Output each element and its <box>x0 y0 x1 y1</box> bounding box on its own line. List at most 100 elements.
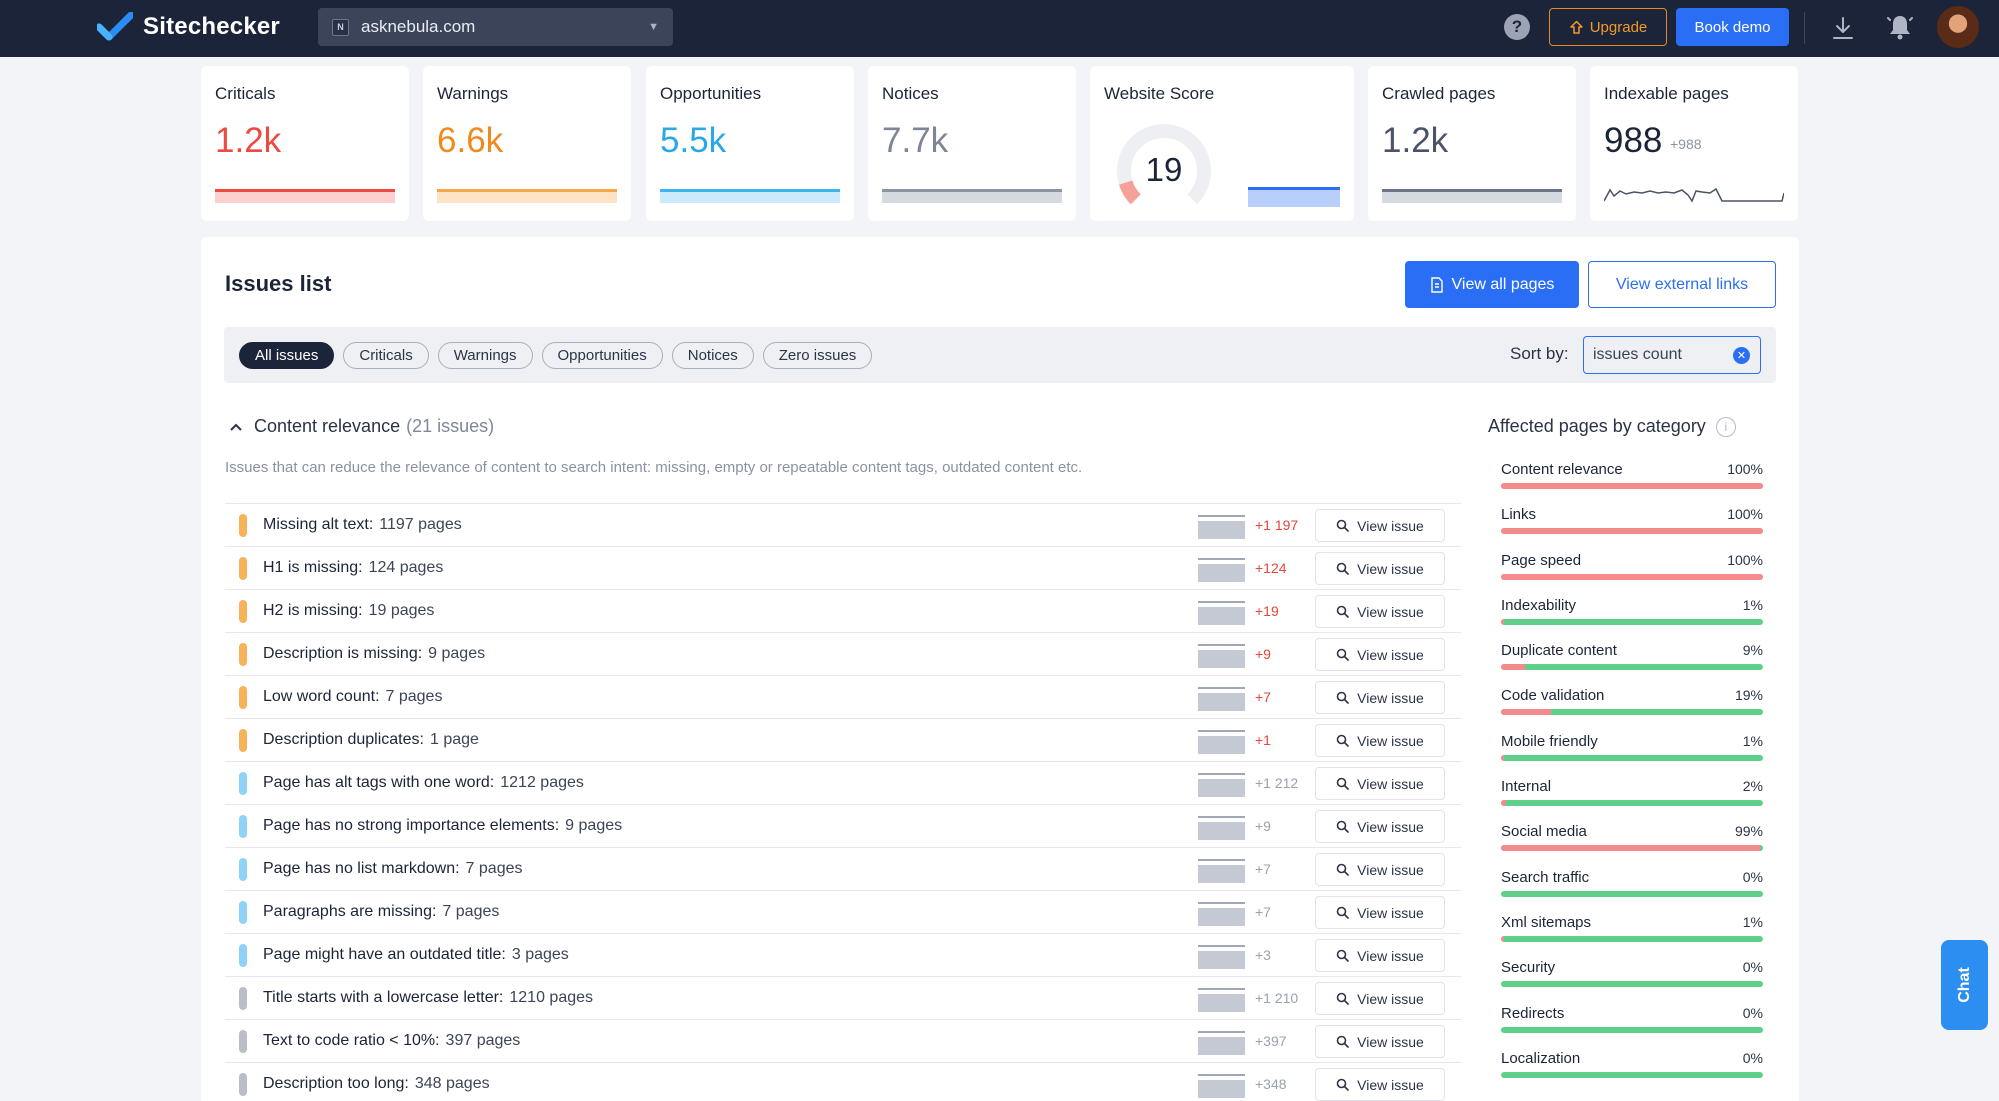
issue-name: Title starts with a lowercase letter: <box>263 989 504 1006</box>
stat-value: 6.6k <box>437 121 504 160</box>
filter-chip-notices[interactable]: Notices <box>671 342 754 369</box>
filter-chip-warnings[interactable]: Warnings <box>437 342 533 369</box>
stat-card-opportunities[interactable]: Opportunities 5.5k <box>646 66 854 221</box>
issue-label: Title starts with a lowercase letter: 121… <box>263 989 593 1007</box>
filter-chip-all-issues[interactable]: All issues <box>239 342 335 369</box>
category-bar <box>1501 528 1763 535</box>
category-item[interactable]: Mobile friendly 1% <box>1501 723 1763 768</box>
view-issue-label: View issue <box>1357 732 1424 749</box>
issue-label: Description duplicates: 1 page <box>263 731 479 749</box>
view-issue-button[interactable]: View issue <box>1315 1068 1445 1101</box>
issue-pages: 3 pages <box>511 946 569 963</box>
filter-chip-opportunities[interactable]: Opportunities <box>541 342 663 369</box>
clear-sort-icon[interactable]: ✕ <box>1733 347 1750 364</box>
upgrade-button[interactable]: Upgrade <box>1549 8 1667 46</box>
issue-name: H1 is missing: <box>263 559 363 576</box>
view-issue-button[interactable]: View issue <box>1315 509 1445 542</box>
bell-icon[interactable] <box>1887 13 1913 41</box>
view-issue-button[interactable]: View issue <box>1315 939 1445 972</box>
view-issue-button[interactable]: View issue <box>1315 810 1445 843</box>
category-item[interactable]: Indexability 1% <box>1501 587 1763 632</box>
view-issue-button[interactable]: View issue <box>1315 724 1445 757</box>
book-demo-button[interactable]: Book demo <box>1676 8 1789 46</box>
issue-trend-bar <box>1198 1074 1245 1098</box>
category-item[interactable]: Duplicate content 9% <box>1501 632 1763 677</box>
stat-card-indexable-pages[interactable]: Indexable pages 988 +988 <box>1590 66 1798 221</box>
issue-row[interactable]: Paragraphs are missing: 7 pages +7 View iss… <box>225 890 1461 933</box>
issue-row[interactable]: Title starts with a lowercase letter: 121… <box>225 976 1461 1019</box>
help-icon[interactable]: ? <box>1504 14 1530 40</box>
view-issue-button[interactable]: View issue <box>1315 681 1445 714</box>
view-issue-button[interactable]: View issue <box>1315 638 1445 671</box>
category-item[interactable]: Internal 2% <box>1501 768 1763 813</box>
issue-row[interactable]: Page has no strong importance elements: 9… <box>225 804 1461 847</box>
section-toggle-content-relevance[interactable]: Content relevance (21 issues) <box>230 416 494 437</box>
info-icon[interactable]: i <box>1715 416 1736 437</box>
category-name: Xml sitemaps <box>1501 913 1592 931</box>
category-item[interactable]: Search traffic 0% <box>1501 859 1763 904</box>
category-item[interactable]: Social media 99% <box>1501 813 1763 858</box>
stat-card-notices[interactable]: Notices 7.7k <box>868 66 1076 221</box>
chat-button[interactable]: Chat <box>1941 940 1988 1030</box>
issue-row[interactable]: Page has alt tags with one word: 1212 pag… <box>225 761 1461 804</box>
issue-name: Text to code ratio < 10%: <box>263 1032 440 1049</box>
view-all-pages-button[interactable]: View all pages <box>1405 261 1579 308</box>
view-issue-button[interactable]: View issue <box>1315 767 1445 800</box>
section-count: (21 issues) <box>406 416 495 436</box>
view-external-links-button[interactable]: View external links <box>1588 261 1776 308</box>
category-item[interactable]: Security 0% <box>1501 949 1763 994</box>
sort-select[interactable]: issues count ✕ <box>1583 336 1761 374</box>
logo[interactable]: Sitechecker <box>97 12 280 42</box>
view-issue-button[interactable]: View issue <box>1315 853 1445 886</box>
category-name: Mobile friendly <box>1501 732 1598 750</box>
category-name: Security <box>1501 959 1556 977</box>
category-item[interactable]: Links 100% <box>1501 496 1763 541</box>
view-issue-button[interactable]: View issue <box>1315 595 1445 628</box>
download-icon[interactable] <box>1831 15 1855 41</box>
category-percent: 100% <box>1727 551 1763 568</box>
divider <box>1804 12 1805 44</box>
issue-row[interactable]: Page has no list markdown: 7 pages +7 View … <box>225 847 1461 890</box>
stat-card-website-score[interactable]: Website Score 19 <box>1090 66 1354 221</box>
category-item[interactable]: Localization 0% <box>1501 1040 1763 1085</box>
issue-row[interactable]: H1 is missing: 124 pages +124 View issue <box>225 546 1461 589</box>
filter-chip-zero-issues[interactable]: Zero issues <box>762 342 873 369</box>
issue-row[interactable]: Description too long: 348 pages +348 View i… <box>225 1062 1461 1101</box>
view-issue-label: View issue <box>1357 904 1424 921</box>
issue-delta: +9 <box>1255 646 1271 662</box>
category-item[interactable]: Xml sitemaps 1% <box>1501 904 1763 949</box>
view-issue-label: View issue <box>1357 689 1424 706</box>
category-item[interactable]: Code validation 19% <box>1501 677 1763 722</box>
issue-row[interactable]: Description is missing: 9 pages +9 View iss… <box>225 632 1461 675</box>
issue-name: Missing alt text: <box>263 516 374 533</box>
stat-card-criticals[interactable]: Criticals 1.2k <box>201 66 409 221</box>
issue-row[interactable]: Low word count: 7 pages +7 View issue <box>225 675 1461 718</box>
issue-row[interactable]: Missing alt text: 1197 pages +1 197 View is… <box>225 503 1461 546</box>
site-selector[interactable]: N asknebula.com ▼ <box>318 8 673 46</box>
view-issue-button[interactable]: View issue <box>1315 982 1445 1015</box>
view-issue-button[interactable]: View issue <box>1315 552 1445 585</box>
issue-row[interactable]: H2 is missing: 19 pages +19 View issue <box>225 589 1461 632</box>
severity-indicator <box>239 729 247 752</box>
issue-delta: +1 212 <box>1255 775 1299 791</box>
view-issue-button[interactable]: View issue <box>1315 1025 1445 1058</box>
filter-chip-criticals[interactable]: Criticals <box>343 342 429 369</box>
view-issue-button[interactable]: View issue <box>1315 896 1445 929</box>
categories-header: Affected pages by category i <box>1488 416 1736 437</box>
issue-label: Description is missing: 9 pages <box>263 645 485 663</box>
category-name: Page speed <box>1501 551 1582 569</box>
view-issue-label: View issue <box>1357 947 1424 964</box>
issue-row[interactable]: Page might have an outdated title: 3 page… <box>225 933 1461 976</box>
category-item[interactable]: Redirects 0% <box>1501 995 1763 1040</box>
issue-row[interactable]: Text to code ratio < 10%: 397 pages +397 Vi… <box>225 1019 1461 1062</box>
stat-card-warnings[interactable]: Warnings 6.6k <box>423 66 631 221</box>
issue-row[interactable]: Description duplicates: 1 page +1 View issu… <box>225 718 1461 761</box>
issue-label: Missing alt text: 1197 pages <box>263 516 462 534</box>
category-item[interactable]: Page speed 100% <box>1501 542 1763 587</box>
severity-indicator <box>239 1030 247 1053</box>
issue-label: Low word count: 7 pages <box>263 688 442 706</box>
category-item[interactable]: Content relevance 100% <box>1501 451 1763 496</box>
avatar[interactable] <box>1935 4 1981 50</box>
category-name: Content relevance <box>1501 461 1623 478</box>
stat-card-crawled-pages[interactable]: Crawled pages 1.2k <box>1368 66 1576 221</box>
